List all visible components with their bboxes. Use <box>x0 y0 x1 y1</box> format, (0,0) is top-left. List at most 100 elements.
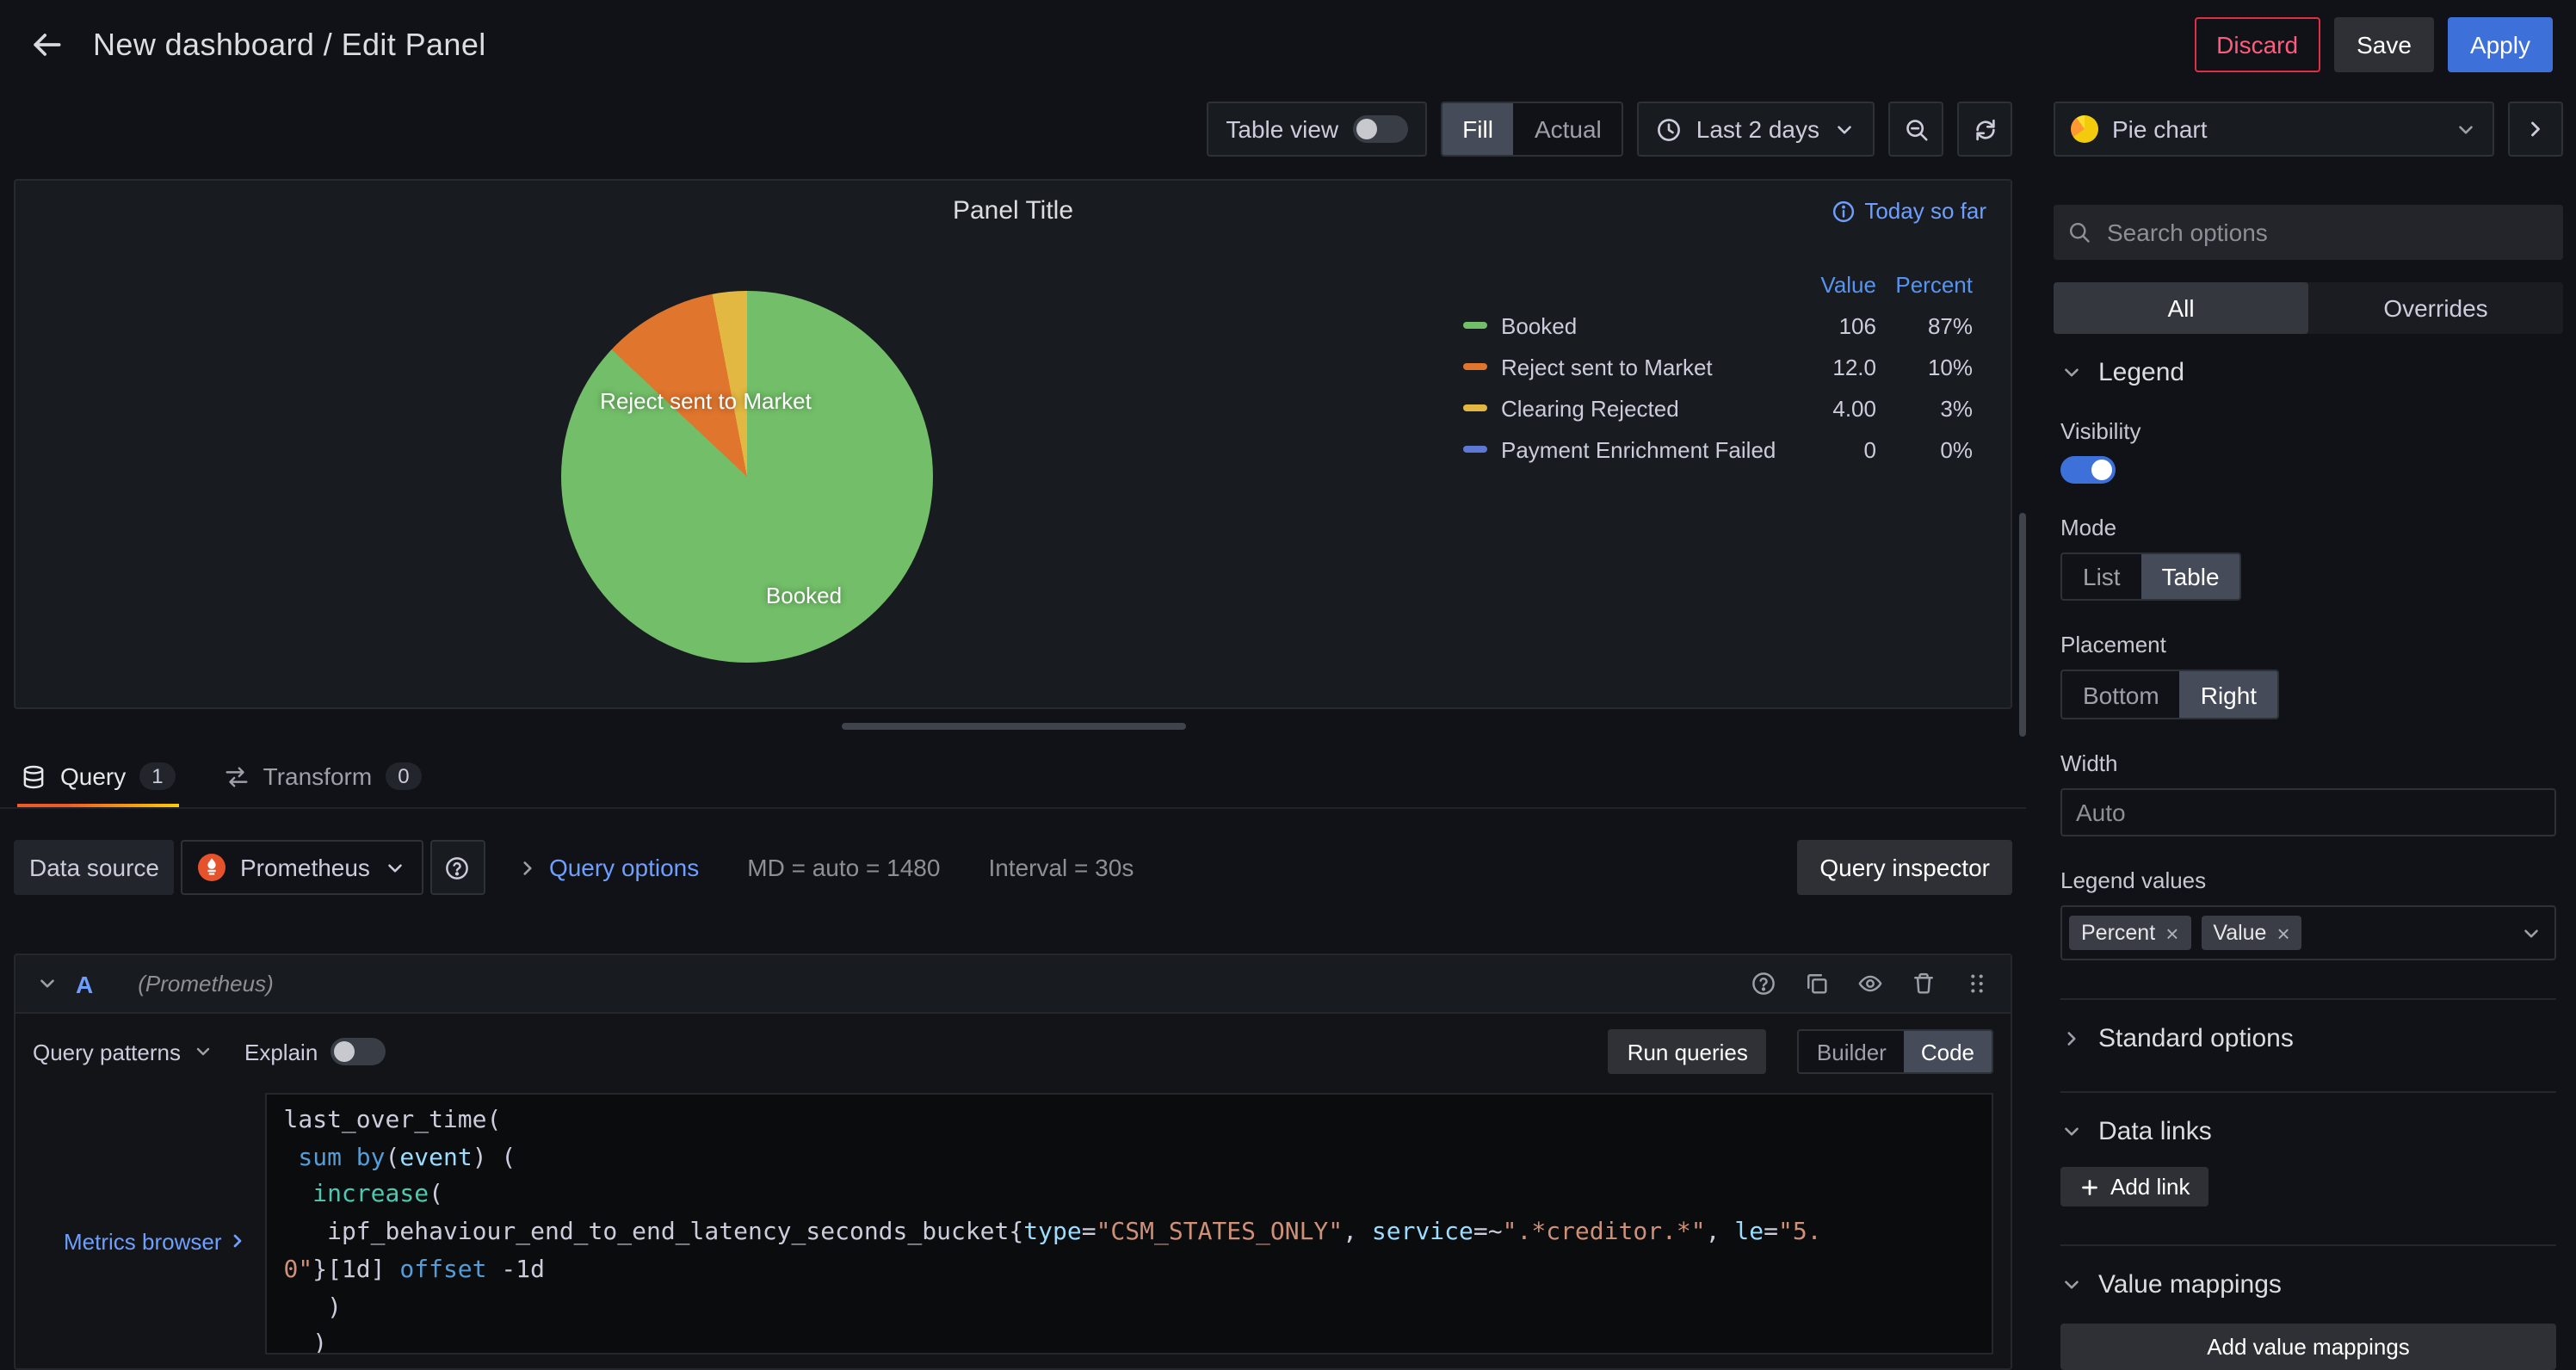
main-scrollbar-thumb[interactable] <box>2019 513 2026 737</box>
code-token: "CSM_STATES_ONLY" <box>1096 1219 1344 1246</box>
metrics-browser-toggle[interactable]: Metrics browser <box>64 1114 248 1368</box>
fill-option[interactable]: Fill <box>1442 103 1514 155</box>
zoom-out-icon <box>1903 116 1929 142</box>
table-view-control: Table view <box>1207 102 1426 157</box>
legend-width-input[interactable] <box>2060 788 2556 837</box>
legend-series-label[interactable]: Payment Enrichment Failed <box>1501 436 1794 462</box>
back-button[interactable] <box>28 26 65 64</box>
code-token: = <box>1764 1219 1778 1246</box>
panel-resize-handle[interactable] <box>841 723 1185 730</box>
value-mappings-title: Value mappings <box>2098 1271 2282 1300</box>
tab-query-count: 1 <box>139 762 175 790</box>
query-help-button[interactable] <box>1751 971 1776 997</box>
add-link-label: Add link <box>2110 1175 2190 1200</box>
data-links-section-header[interactable]: Data links <box>2060 1117 2556 1146</box>
datasource-picker[interactable]: Prometheus <box>182 840 423 895</box>
delete-query-button[interactable] <box>1911 971 1937 997</box>
value-mappings-section-header[interactable]: Value mappings <box>2060 1271 2556 1300</box>
datasource-name: Prometheus <box>240 854 370 881</box>
chevron-down-icon <box>2520 923 2542 945</box>
legend-series-value: 106 <box>1794 312 1876 338</box>
code-token: increase <box>312 1182 429 1209</box>
visibility-label: Visibility <box>2060 418 2140 444</box>
toggle-query-visibility-button[interactable] <box>1857 971 1883 997</box>
visualization-picker[interactable]: Pie chart <box>2054 102 2494 157</box>
query-inspector-button[interactable]: Query inspector <box>1797 840 2012 895</box>
toggle-knob <box>2091 460 2112 480</box>
grafana-edit-panel-page: New dashboard / Edit Panel Discard Save … <box>0 0 2576 1370</box>
arrow-left-icon <box>28 26 65 64</box>
remove-chip-icon[interactable]: × <box>2165 922 2178 944</box>
add-value-mappings-button[interactable]: Add value mappings <box>2060 1324 2556 1370</box>
query-options-toggle[interactable]: Query options <box>516 854 699 881</box>
series-color-swatch <box>1463 322 1487 329</box>
refresh-icon <box>1972 116 1998 142</box>
discard-button[interactable]: Discard <box>2194 17 2320 72</box>
code-token: event <box>399 1144 472 1171</box>
tab-all[interactable]: All <box>2054 282 2308 334</box>
legend-values-select[interactable]: Percent × Value × <box>2060 905 2556 960</box>
code-token <box>284 1182 313 1209</box>
time-shift-label: Today so far <box>1864 198 1986 224</box>
add-link-button[interactable]: Add link <box>2060 1167 2209 1206</box>
query-patterns-dropdown[interactable]: Query patterns <box>33 1039 213 1065</box>
code-token: sum by <box>298 1144 385 1171</box>
code-token: le <box>1734 1219 1764 1246</box>
legend-col-value[interactable]: Value <box>1794 271 1876 297</box>
explain-toggle[interactable] <box>330 1038 385 1065</box>
query-patterns-label: Query patterns <box>33 1039 181 1065</box>
legend-series-label[interactable]: Booked <box>1501 312 1794 338</box>
query-editor-card: A (Prometheus) <box>14 953 2012 1370</box>
mode-table-option[interactable]: Table <box>2141 554 2240 600</box>
tab-transform[interactable]: Transform 0 <box>220 762 425 807</box>
standard-options-title: Standard options <box>2098 1024 2294 1053</box>
actual-option[interactable]: Actual <box>1514 103 1622 155</box>
refresh-button[interactable] <box>1957 102 2012 157</box>
code-line: last_over_time( <box>284 1103 1975 1140</box>
tab-query[interactable]: Query 1 <box>17 762 179 807</box>
duplicate-query-button[interactable] <box>1804 971 1830 997</box>
clock-icon <box>1657 116 1683 142</box>
legend-series-label[interactable]: Reject sent to Market <box>1501 354 1794 380</box>
standard-options-section-header[interactable]: Standard options <box>2060 1024 2556 1053</box>
run-queries-button[interactable]: Run queries <box>1609 1029 1767 1074</box>
placement-bottom-option[interactable]: Bottom <box>2062 672 2180 718</box>
width-label: Width <box>2060 750 2117 776</box>
fill-actual-group: Fill Actual <box>1440 102 1624 157</box>
mode-list-option[interactable]: List <box>2062 554 2141 600</box>
zoom-out-button[interactable] <box>1888 102 1943 157</box>
legend-visibility-toggle[interactable] <box>2060 456 2116 484</box>
datasource-help-button[interactable] <box>430 840 485 895</box>
table-view-toggle[interactable] <box>1352 115 1407 143</box>
collapse-query-row-button[interactable] <box>36 972 59 995</box>
panel-edit-main: Table view Fill Actual Last 2 days <box>0 89 2026 1370</box>
code-token: type <box>1023 1219 1081 1246</box>
code-option[interactable]: Code <box>1904 1031 1992 1072</box>
time-range-picker[interactable]: Last 2 days <box>1638 102 1875 157</box>
builder-option[interactable]: Builder <box>1800 1031 1904 1072</box>
data-links-title: Data links <box>2098 1117 2212 1146</box>
viz-suggestions-toggle[interactable] <box>2508 102 2563 157</box>
legend-series-label[interactable]: Clearing Rejected <box>1501 395 1794 421</box>
save-button[interactable]: Save <box>2334 17 2434 72</box>
code-token: ipf_behaviour_end_to_end_latency_seconds… <box>284 1219 1024 1246</box>
toggle-knob <box>333 1041 354 1062</box>
legend-section-header[interactable]: Legend <box>2060 358 2556 387</box>
section-divider <box>2060 1091 2556 1093</box>
chevron-right-icon <box>2523 117 2548 141</box>
placement-right-option[interactable]: Right <box>2180 672 2277 718</box>
legend-col-percent[interactable]: Percent <box>1876 271 1973 297</box>
legend-row: Payment Enrichment Failed 0 0% <box>1463 429 1973 470</box>
code-token: = <box>1082 1219 1096 1246</box>
drag-query-handle[interactable] <box>1964 971 1990 997</box>
tab-overrides[interactable]: Overrides <box>2308 282 2563 334</box>
code-token: , <box>1706 1219 1735 1246</box>
promql-code-editor[interactable]: last_over_time( sum by(event) ( increase… <box>265 1093 1994 1355</box>
query-transform-tabs: Query 1 Transform 0 <box>0 730 2026 809</box>
options-search-input[interactable] <box>2103 217 2549 248</box>
legend-value-chip: Percent × <box>2069 916 2190 950</box>
query-options-md: MD = auto = 1480 <box>747 854 940 881</box>
code-token: ) ( <box>473 1144 516 1171</box>
remove-chip-icon[interactable]: × <box>2276 922 2289 944</box>
apply-button[interactable]: Apply <box>2448 17 2553 72</box>
